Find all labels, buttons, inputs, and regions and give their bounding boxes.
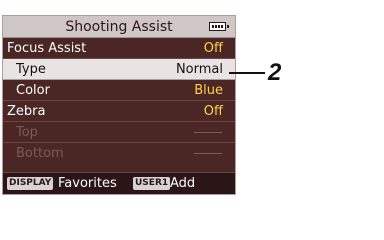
user1-button-badge[interactable]: USER1 xyxy=(133,177,171,190)
battery-icon xyxy=(209,22,229,31)
add-label: Add xyxy=(170,176,196,191)
callout-number: 2 xyxy=(268,59,282,86)
menu-row-bottom: Bottom xyxy=(3,143,235,164)
row-label: Type xyxy=(16,62,46,77)
row-value: Off xyxy=(203,104,223,119)
row-label: Focus Assist xyxy=(7,41,87,56)
menu-title-bar: Shooting Assist xyxy=(3,16,235,38)
row-value-disabled xyxy=(194,132,222,133)
menu-row-top: Top xyxy=(3,122,235,143)
menu-title: Shooting Assist xyxy=(65,19,173,35)
display-button-badge[interactable]: DISPLAY xyxy=(7,177,54,190)
row-value: Off xyxy=(203,41,223,56)
menu-footer: DISPLAY Favorites USER1 Add xyxy=(3,172,235,194)
menu-row-focus-assist[interactable]: Focus Assist Off xyxy=(3,38,235,59)
row-value: Blue xyxy=(194,83,223,98)
row-value-disabled xyxy=(194,153,222,154)
row-label: Top xyxy=(16,125,38,140)
row-value: Normal xyxy=(175,62,223,77)
menu-row-color[interactable]: Color Blue xyxy=(3,80,235,101)
callout-line xyxy=(229,72,265,74)
row-label: Zebra xyxy=(7,104,46,119)
menu-row-zebra[interactable]: Zebra Off xyxy=(3,101,235,122)
menu-row-type[interactable]: Type Normal xyxy=(3,59,235,80)
favorites-label: Favorites xyxy=(58,176,117,191)
row-label: Color xyxy=(16,83,50,98)
row-label: Bottom xyxy=(16,146,64,161)
camera-menu-screen: Shooting Assist Focus Assist Off Type No… xyxy=(2,15,236,195)
